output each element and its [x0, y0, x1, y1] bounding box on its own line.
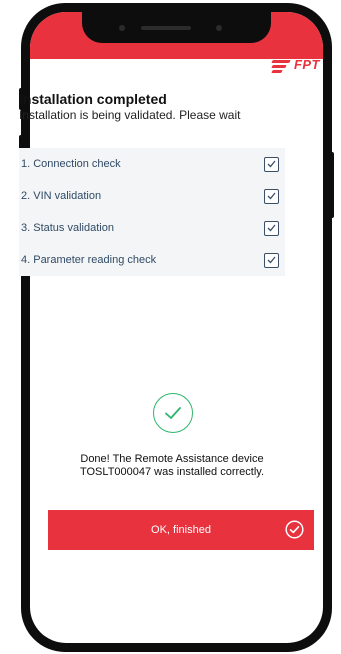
earpiece-speaker	[141, 26, 191, 30]
phone-notch	[82, 12, 271, 43]
checkbox-checked-icon	[264, 252, 279, 268]
page-title: Installation completed	[19, 91, 167, 107]
fpt-logo-icon	[271, 58, 292, 73]
checklist-item-parameter-reading: 4. Parameter reading check	[19, 244, 285, 276]
checklist-item-label: 3. Status validation	[21, 222, 114, 234]
success-message: Done! The Remote Assistance device TOSLT…	[40, 453, 304, 479]
checklist-item-status: 3. Status validation	[19, 212, 285, 244]
ok-finished-button[interactable]: OK, finished	[48, 510, 314, 550]
checklist-item-label: 4. Parameter reading check	[21, 254, 157, 266]
checklist-item-vin: 2. VIN validation	[19, 180, 285, 212]
check-circle-icon	[285, 520, 304, 539]
checkbox-checked-icon	[264, 156, 279, 172]
page-subtitle: Installation is being validated. Please …	[19, 108, 241, 122]
fpt-logo-text: FPT	[293, 57, 320, 72]
success-message-line-2: TOSLT000047 was installed correctly.	[79, 466, 265, 478]
validation-checklist: 1. Connection check 2. VIN validation 3.…	[19, 148, 285, 276]
checklist-item-label: 1. Connection check	[21, 158, 121, 170]
checkbox-checked-icon	[264, 188, 279, 204]
checklist-item-label: 2. VIN validation	[21, 190, 102, 202]
checklist-item-connection: 1. Connection check	[19, 148, 285, 180]
notch-dot-left	[119, 25, 125, 31]
success-message-line-1: Done! The Remote Assistance device	[80, 453, 264, 465]
checkbox-checked-icon	[264, 220, 279, 236]
success-check-icon	[153, 393, 193, 433]
ok-finished-label: OK, finished	[151, 524, 211, 536]
fpt-logo: FPT	[271, 57, 320, 73]
front-camera-icon	[216, 25, 222, 31]
